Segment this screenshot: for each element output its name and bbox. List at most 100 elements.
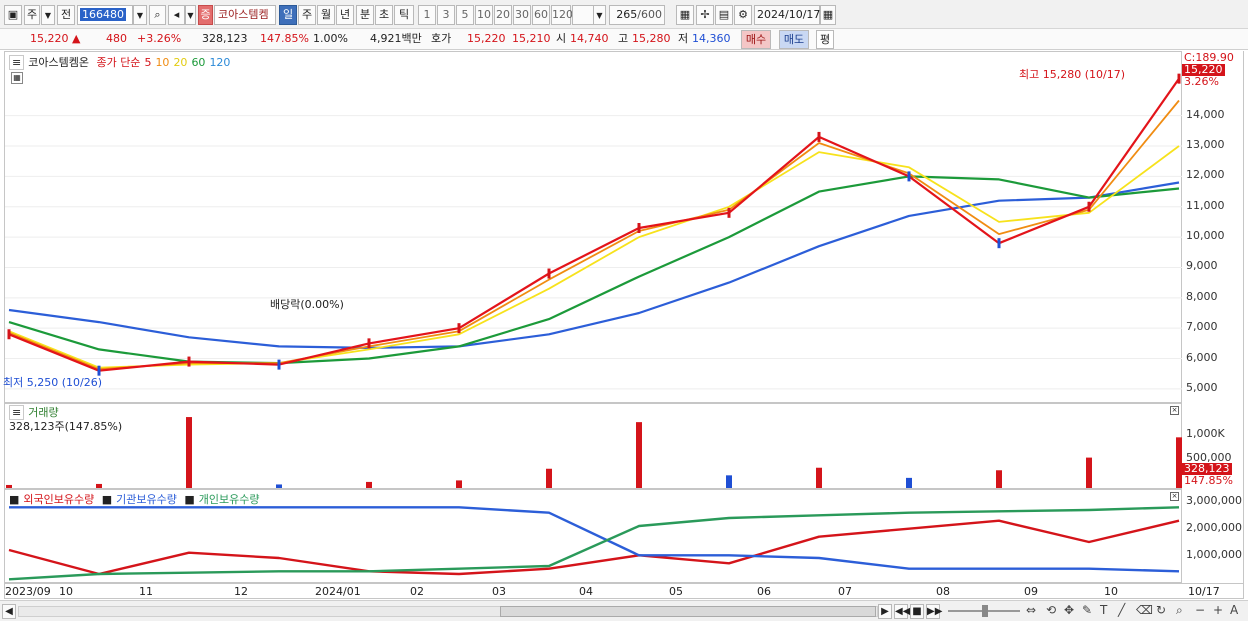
- scroll-thumb[interactable]: [500, 606, 876, 617]
- stop-button[interactable]: ■: [910, 604, 924, 619]
- buy-button[interactable]: 매수: [741, 30, 771, 49]
- interval-3[interactable]: 3: [437, 5, 455, 25]
- market-dropdown[interactable]: ▼: [41, 5, 55, 25]
- legend-marker: ■: [9, 493, 20, 506]
- low-label: 저: [678, 32, 689, 45]
- price-point-marker: [997, 238, 1001, 249]
- save-button[interactable]: ▤: [715, 5, 733, 25]
- interval-dropdown[interactable]: ▼: [593, 5, 606, 25]
- sell-button[interactable]: 매도: [779, 30, 809, 49]
- volume-chart-panel[interactable]: ≡ 거래량 328,123주(147.85%) ×: [4, 403, 1182, 489]
- interval-1[interactable]: 1: [418, 5, 436, 25]
- ma-title: 종가 단순: [96, 56, 141, 69]
- code-dropdown[interactable]: ▼: [133, 5, 147, 25]
- sound-dropdown[interactable]: ▼: [185, 5, 196, 25]
- text-icon[interactable]: T: [1100, 603, 1107, 617]
- period-label: 틱: [398, 8, 410, 21]
- period-tab-tick[interactable]: 틱: [394, 5, 414, 25]
- market-selector[interactable]: 주: [24, 5, 40, 25]
- date-label: 12: [234, 585, 248, 598]
- refresh-icon[interactable]: ↻: [1156, 603, 1166, 617]
- interval-20[interactable]: 20: [494, 5, 512, 25]
- price-axis: C:189.90 15,220 3.26% 14,000 13,000 12,000…: [1182, 51, 1244, 403]
- volume-bar: [6, 484, 12, 488]
- erase-icon[interactable]: ⌫: [1136, 603, 1153, 617]
- font-size-icon[interactable]: A: [1230, 603, 1238, 617]
- ma120-label: 120: [209, 56, 231, 69]
- search-button[interactable]: ⌕: [149, 5, 166, 25]
- draw-icon[interactable]: ✎: [1082, 603, 1092, 617]
- chart-menu-icon[interactable]: ≡: [9, 55, 25, 70]
- period-tab-month[interactable]: 월: [317, 5, 335, 25]
- display-options-button[interactable]: ▦: [676, 5, 694, 25]
- price-point-marker: [1087, 201, 1091, 212]
- save-icon: ▤: [718, 8, 730, 21]
- minus-icon[interactable]: −: [1195, 603, 1205, 617]
- period-tab-day[interactable]: 일: [279, 5, 297, 25]
- period-tab-week[interactable]: 주: [298, 5, 316, 25]
- period-label: 년: [339, 8, 351, 21]
- count-input[interactable]: 265/600: [609, 5, 665, 25]
- pan-icon[interactable]: ✥: [1064, 603, 1074, 617]
- grid-icon: ▦: [679, 8, 691, 21]
- period-tab-year[interactable]: 년: [336, 5, 354, 25]
- close-icon[interactable]: ×: [1170, 406, 1179, 415]
- draw-tools-button[interactable]: ✢: [696, 5, 714, 25]
- count-value: 265: [616, 8, 638, 21]
- ma20-label: 20: [173, 56, 188, 69]
- period-tab-second[interactable]: 초: [375, 5, 393, 25]
- interval-5[interactable]: 5: [456, 5, 474, 25]
- interval-10[interactable]: 10: [475, 5, 493, 25]
- stock-code-input[interactable]: 166480: [77, 5, 133, 25]
- zoom-icon[interactable]: ⌕: [1176, 603, 1183, 618]
- quote-bar: 15,220 ▲ 480 +3.26% 328,123 147.85% 1.00…: [0, 29, 1248, 50]
- reset-icon[interactable]: ⟲: [1046, 603, 1056, 617]
- price-tick-label: 10,000: [1186, 229, 1225, 243]
- interval-120[interactable]: 120: [551, 5, 573, 25]
- speaker-icon: ◂: [173, 8, 180, 21]
- price-tick-label: 14,000: [1186, 107, 1225, 121]
- scroll-left-button[interactable]: ◀: [2, 604, 16, 619]
- interval-30[interactable]: 30: [513, 5, 531, 25]
- price-tick-label: 12,000: [1186, 168, 1225, 182]
- calendar-button[interactable]: ▦: [820, 5, 836, 25]
- interval-60[interactable]: 60: [532, 5, 550, 25]
- holdings-tick-3m: 3,000,000: [1186, 494, 1242, 507]
- price-legend: ≡ 코아스템켐온 종가 단순 5 10 20 60 120: [9, 54, 234, 70]
- sell-label: 매도: [783, 33, 805, 46]
- volume-bar: [1086, 457, 1092, 488]
- zoom-slider-handle[interactable]: [982, 605, 988, 617]
- plus-icon[interactable]: +: [1213, 603, 1223, 617]
- sound-button[interactable]: ◂: [168, 5, 185, 25]
- average-button[interactable]: 평: [816, 30, 834, 49]
- holdings-line-1: [8, 519, 1180, 576]
- volume-chart: [6, 417, 1182, 488]
- price-point-marker: [367, 338, 371, 349]
- margin-badge-label: 증: [200, 8, 211, 21]
- price-chart: [5, 73, 1183, 390]
- price-point-marker: [907, 171, 911, 182]
- price-chart-panel[interactable]: ≡ 코아스템켐온 종가 단순 5 10 20 60 120 ▦ 최고 15,280 (10/…: [3, 51, 1183, 403]
- stock-series-name: 코아스템켐온: [28, 56, 89, 69]
- forward-button[interactable]: ▶▶: [926, 604, 942, 619]
- all-selector[interactable]: 전: [57, 5, 75, 25]
- zoom-fit-icon[interactable]: ⇔: [1026, 603, 1036, 617]
- settings-button[interactable]: ⚙: [734, 5, 752, 25]
- chart-toolbar: ▣ 주 ▼ 전 166480 ▼ ⌕ ◂ ▼ 증 코아스템켐 일 주 월 년 분…: [0, 0, 1248, 29]
- holdings-chart-panel[interactable]: ■ 외국인보유수량 ■ 기관보유수량 ■ 개인보유수량 ×: [4, 489, 1182, 583]
- price-point-marker: [727, 207, 731, 218]
- trading-amount: 4,921백만: [370, 32, 422, 45]
- line-icon[interactable]: ╱: [1118, 603, 1125, 617]
- window-menu-icon[interactable]: ▣: [4, 5, 22, 25]
- period-label: 분: [359, 8, 371, 21]
- period-tab-minute[interactable]: 분: [356, 5, 374, 25]
- scroll-right-button[interactable]: ▶: [878, 604, 892, 619]
- period-label: 월: [320, 8, 332, 21]
- rewind-button[interactable]: ◀◀: [894, 604, 910, 619]
- table-toggle-icon[interactable]: ▦: [11, 72, 23, 84]
- close-icon[interactable]: ×: [1170, 492, 1179, 501]
- date-input[interactable]: 2024/10/17: [754, 5, 820, 25]
- interval-label: 1: [423, 8, 431, 21]
- period-label: 일: [282, 8, 294, 21]
- date-label: 10: [59, 585, 73, 598]
